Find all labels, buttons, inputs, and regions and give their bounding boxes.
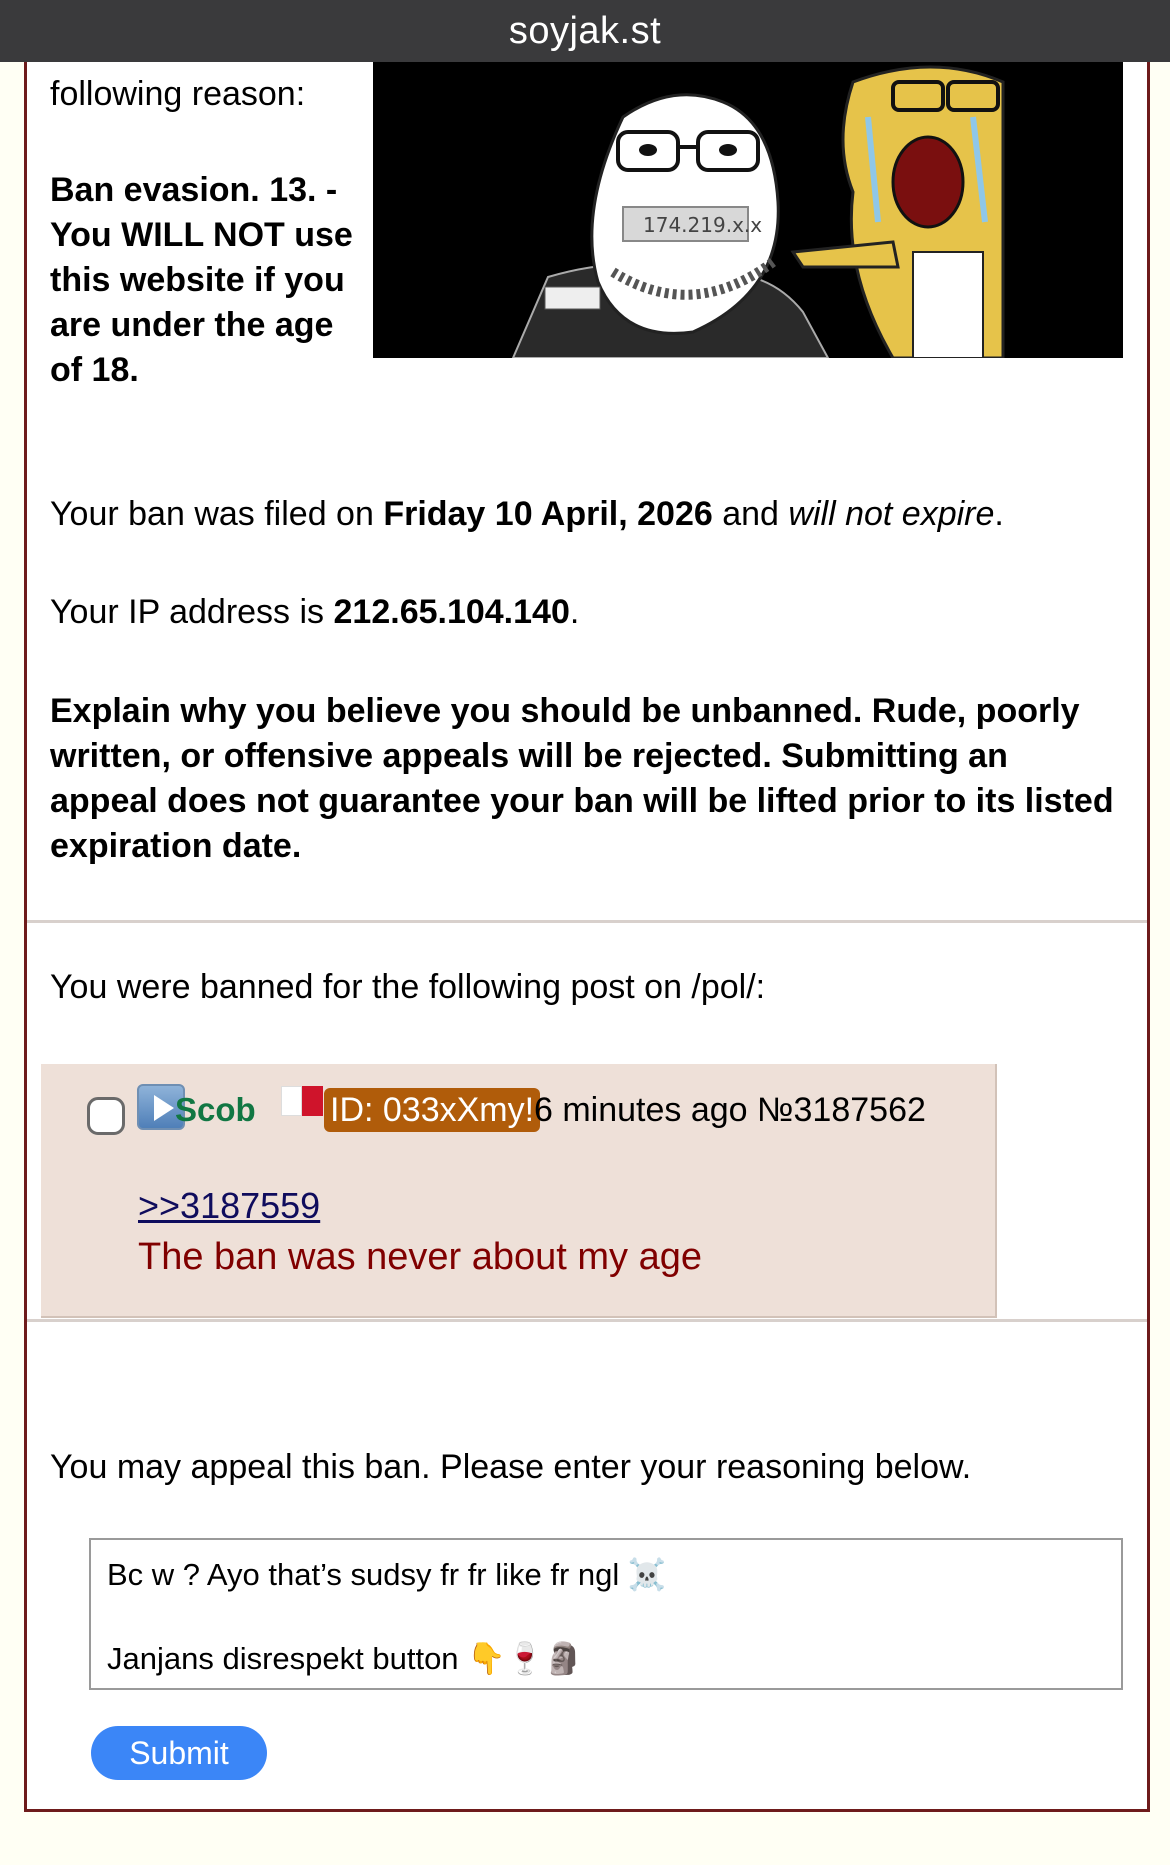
browser-address-bar[interactable]: soyjak.st: [0, 0, 1170, 62]
ip-caption: 174.219.x.x: [643, 213, 762, 237]
appeal-textarea[interactable]: Bc w ? Ayo that’s sudsy fr fr like fr ng…: [89, 1538, 1123, 1690]
post-select-checkbox[interactable]: [87, 1097, 125, 1135]
reason-lead-text: following reason:: [50, 75, 306, 113]
filed-suffix: .: [994, 495, 1004, 533]
section-divider: [27, 1319, 1147, 1322]
ip-prefix: Your IP address is: [50, 593, 334, 631]
malta-flag-icon: [281, 1086, 323, 1116]
ip-address: 212.65.104.140: [333, 593, 570, 631]
poster-id-badge[interactable]: ID: 033xXmy!: [324, 1088, 541, 1132]
quote-link[interactable]: >>3187559: [138, 1184, 320, 1228]
submit-button[interactable]: Submit: [91, 1726, 267, 1780]
banned-post-lead: You were banned for the following post o…: [50, 968, 766, 1006]
ip-suffix: .: [569, 593, 580, 631]
section-divider: [27, 920, 1147, 923]
post-meta: 6 minutes ago №3187562: [534, 1090, 926, 1130]
banned-post: Scob ID: 033xXmy! 6 minutes ago №3187562…: [41, 1064, 997, 1318]
poster-name: Scob: [175, 1091, 256, 1128]
filed-expiry: will not expire: [788, 495, 995, 533]
filed-date: Friday 10 April, 2026: [383, 495, 713, 533]
ban-image: 174.219.x.x: [373, 62, 1123, 358]
appeal-lead: You may appeal this ban. Please enter yo…: [50, 1448, 972, 1486]
domain-label: soyjak.st: [508, 9, 662, 52]
soyjak-image-illustration: 174.219.x.x: [373, 62, 1123, 358]
filed-middle: and: [712, 495, 789, 533]
ban-reason: Ban evasion. 13. - You WILL NOT use this…: [50, 171, 353, 389]
filed-prefix: Your ban was filed on: [50, 495, 384, 533]
post-body: The ban was never about my age: [138, 1236, 703, 1278]
post-number[interactable]: №3187562: [757, 1091, 926, 1129]
ban-panel: following reason: Ban evasion. 13. - You…: [24, 62, 1150, 1812]
ban-filed-line: Your ban was filed on Friday 10 April, 2…: [50, 492, 1004, 536]
appeal-instructions: Explain why you believe you should be un…: [50, 692, 1114, 865]
ip-address-line: Your IP address is 212.65.104.140.: [50, 590, 579, 634]
post-time: 6 minutes ago: [534, 1091, 748, 1129]
